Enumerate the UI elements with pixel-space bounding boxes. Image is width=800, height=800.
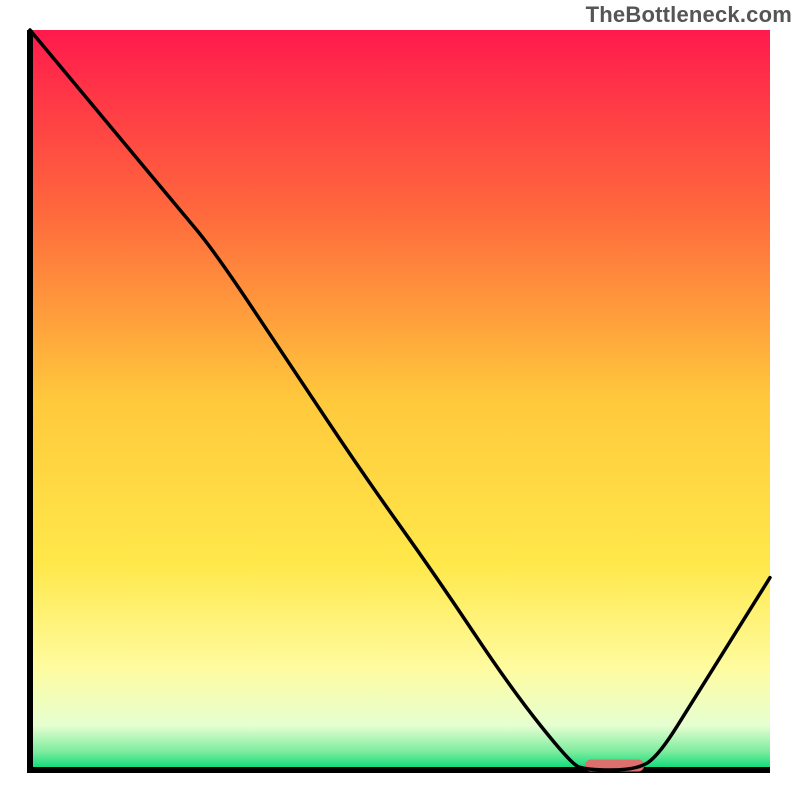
bottleneck-chart (0, 0, 800, 800)
gradient-background (30, 30, 770, 770)
watermark-text: TheBottleneck.com (586, 2, 792, 28)
chart-frame: TheBottleneck.com (0, 0, 800, 800)
